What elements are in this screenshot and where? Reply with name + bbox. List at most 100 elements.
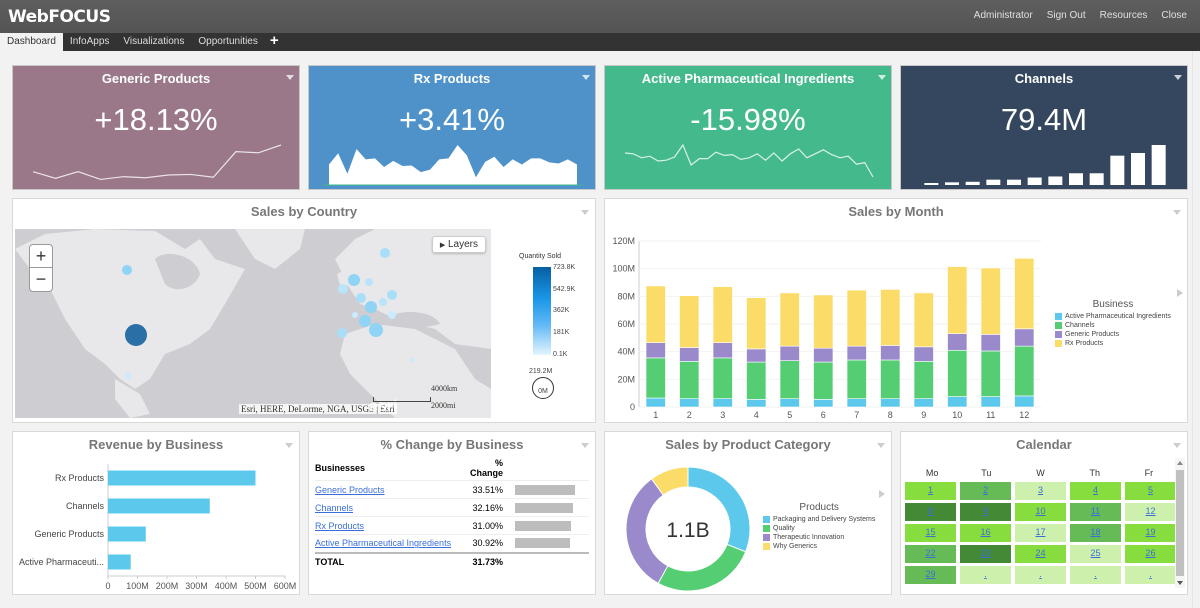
tab-opportunities[interactable]: Opportunities bbox=[191, 33, 264, 51]
calendar-day-cell[interactable]: 17 bbox=[1015, 524, 1066, 542]
panel-menu-icon[interactable] bbox=[1173, 210, 1181, 215]
legend-item[interactable]: Therapeutic Innovation bbox=[763, 534, 875, 541]
panel-menu-icon[interactable] bbox=[285, 443, 293, 448]
calendar-day-cell[interactable]: 29 bbox=[905, 566, 956, 584]
x-tick-label: 400M bbox=[215, 581, 238, 591]
zoom-in-button[interactable]: + bbox=[30, 245, 52, 268]
layers-button[interactable]: ▶ Layers bbox=[431, 236, 486, 253]
legend-item[interactable]: Quality bbox=[763, 525, 875, 532]
calendar-day-cell[interactable]: 15 bbox=[905, 524, 956, 542]
bar-segment bbox=[679, 347, 700, 362]
map[interactable]: + − ▶ Layers 4000km 2000mi Esri, HERE, D… bbox=[15, 229, 491, 418]
calendar-grid: Mo Tu W Th Fr 1 2 3 4 5 8 9 10 11 12 15 16 17 18 19 22 23 24 2… bbox=[905, 468, 1176, 587]
change-by-business-panel: % Change by Business Businesses % Change… bbox=[308, 431, 596, 595]
calendar-day-cell[interactable]: 11 bbox=[1070, 503, 1121, 521]
panel-menu-icon[interactable] bbox=[1174, 75, 1182, 80]
zoom-out-button[interactable]: − bbox=[30, 268, 52, 291]
calendar-day-cell[interactable]: 4 bbox=[1070, 482, 1121, 500]
kpi-active-pharmaceutical-ingredients[interactable]: Active Pharmaceutical Ingredients -15.98… bbox=[604, 65, 892, 190]
sparkline-bar bbox=[1027, 177, 1042, 185]
tab-dashboard[interactable]: Dashboard bbox=[0, 33, 63, 51]
close-link[interactable]: Close bbox=[1161, 10, 1187, 21]
calendar-day-cell[interactable]: 19 bbox=[1125, 524, 1176, 542]
panel-menu-icon[interactable] bbox=[582, 75, 590, 80]
legend-item[interactable]: Generic Products bbox=[1055, 331, 1171, 338]
calendar-day-cell[interactable]: 25 bbox=[1070, 545, 1121, 563]
scroll-down-icon[interactable] bbox=[1177, 581, 1183, 585]
kpi-channels[interactable]: Channels 79.4M bbox=[900, 65, 1188, 190]
sales-by-month-panel: Sales by Month 0 20M 40M 60M 80M 100M 120M 1 2 3 4… bbox=[604, 198, 1188, 423]
legend-expand-icon[interactable] bbox=[879, 490, 885, 498]
panel-menu-icon[interactable] bbox=[877, 443, 885, 448]
category-label: Generic Products bbox=[34, 529, 104, 539]
calendar-day-cell[interactable]: 2 bbox=[960, 482, 1011, 500]
bar-segment bbox=[813, 361, 834, 400]
calendar-scrollbar[interactable] bbox=[1175, 458, 1185, 588]
calendar-day-cell[interactable]: 3 bbox=[1015, 482, 1066, 500]
bar-segment bbox=[880, 345, 901, 361]
legend-swatch bbox=[763, 516, 770, 523]
sparkline-bar bbox=[1069, 173, 1083, 185]
calendar-day-cell[interactable]: 18 bbox=[1070, 524, 1121, 542]
sparkline bbox=[924, 145, 1166, 185]
esri-logo: esri bbox=[369, 398, 398, 415]
calendar-day-cell[interactable]: . bbox=[960, 566, 1011, 584]
total-label: TOTAL bbox=[315, 551, 465, 571]
x-tick-label: 6 bbox=[821, 410, 826, 419]
panel-title: Revenue by Business bbox=[88, 437, 224, 452]
administrator-link[interactable]: Administrator bbox=[974, 10, 1033, 21]
calendar-day-cell[interactable]: . bbox=[1015, 566, 1066, 584]
calendar-day-cell[interactable]: 24 bbox=[1015, 545, 1066, 563]
legend-item[interactable]: Packaging and Delivery Systems bbox=[763, 516, 875, 523]
panel-menu-icon[interactable] bbox=[878, 75, 886, 80]
weekday-label: W bbox=[1036, 468, 1045, 478]
calendar-day-cell[interactable]: 10 bbox=[1015, 503, 1066, 521]
legend-item[interactable]: Active Pharmaceutical Ingredients bbox=[1055, 313, 1171, 320]
business-link[interactable]: Channels bbox=[315, 503, 353, 513]
panel-menu-icon[interactable] bbox=[1173, 443, 1181, 448]
x-tick-label: 600M bbox=[274, 581, 297, 591]
calendar-day-cell[interactable]: 9 bbox=[960, 503, 1011, 521]
legend-item[interactable]: Why Generics bbox=[763, 543, 875, 550]
calendar-day-cell[interactable]: . bbox=[1125, 566, 1176, 584]
legend-title: Products bbox=[799, 502, 839, 513]
business-link[interactable]: Generic Products bbox=[315, 485, 385, 495]
calendar-day-cell[interactable]: 23 bbox=[960, 545, 1011, 563]
calendar-week-row: 12345 bbox=[905, 482, 1176, 500]
legend-item[interactable]: Channels bbox=[1055, 322, 1171, 329]
resources-link[interactable]: Resources bbox=[1100, 10, 1148, 21]
panel-menu-icon[interactable] bbox=[286, 75, 294, 80]
kpi-generic-products[interactable]: Generic Products +18.13% bbox=[12, 65, 300, 190]
calendar-day-cell[interactable]: 12 bbox=[1125, 503, 1176, 521]
scroll-up-icon[interactable] bbox=[1177, 461, 1183, 465]
business-link[interactable]: Active Pharmaceutical Ingredients bbox=[315, 538, 451, 548]
y-tick-label: 20M bbox=[617, 374, 635, 384]
calendar-day-cell[interactable]: 16 bbox=[960, 524, 1011, 542]
business-link[interactable]: Rx Products bbox=[315, 521, 364, 531]
calendar-day-cell[interactable]: 8 bbox=[905, 503, 956, 521]
y-tick-label: 100M bbox=[612, 264, 635, 274]
panel-menu-icon[interactable] bbox=[581, 210, 589, 215]
scroll-thumb[interactable] bbox=[1176, 470, 1184, 576]
sign-out-link[interactable]: Sign Out bbox=[1047, 10, 1086, 21]
legend-label: Generic Products bbox=[1065, 331, 1120, 338]
panel-menu-icon[interactable] bbox=[581, 443, 589, 448]
tab-infoapps[interactable]: InfoApps bbox=[63, 33, 116, 51]
add-tab-button[interactable]: + bbox=[265, 33, 284, 51]
calendar-day-cell[interactable]: 22 bbox=[905, 545, 956, 563]
x-tick-label: 7 bbox=[854, 410, 859, 419]
tab-visualizations[interactable]: Visualizations bbox=[116, 33, 191, 51]
calendar-day-cell[interactable]: 1 bbox=[905, 482, 956, 500]
kpi-value: -15.98% bbox=[690, 102, 806, 137]
legend-expand-icon[interactable] bbox=[1177, 289, 1183, 297]
bar-segment bbox=[645, 342, 666, 359]
page-scrollbar[interactable] bbox=[1192, 51, 1200, 608]
calendar-day-cell[interactable]: 5 bbox=[1125, 482, 1176, 500]
calendar-day-cell[interactable]: 26 bbox=[1125, 545, 1176, 563]
legend-swatch bbox=[1055, 340, 1062, 347]
kpi-rx-products[interactable]: Rx Products +3.41% bbox=[308, 65, 596, 190]
change-value: 31.00% bbox=[465, 516, 515, 535]
weekday-label: Mo bbox=[925, 468, 939, 478]
calendar-day-cell[interactable]: . bbox=[1070, 566, 1121, 584]
legend-item[interactable]: Rx Products bbox=[1055, 340, 1171, 347]
